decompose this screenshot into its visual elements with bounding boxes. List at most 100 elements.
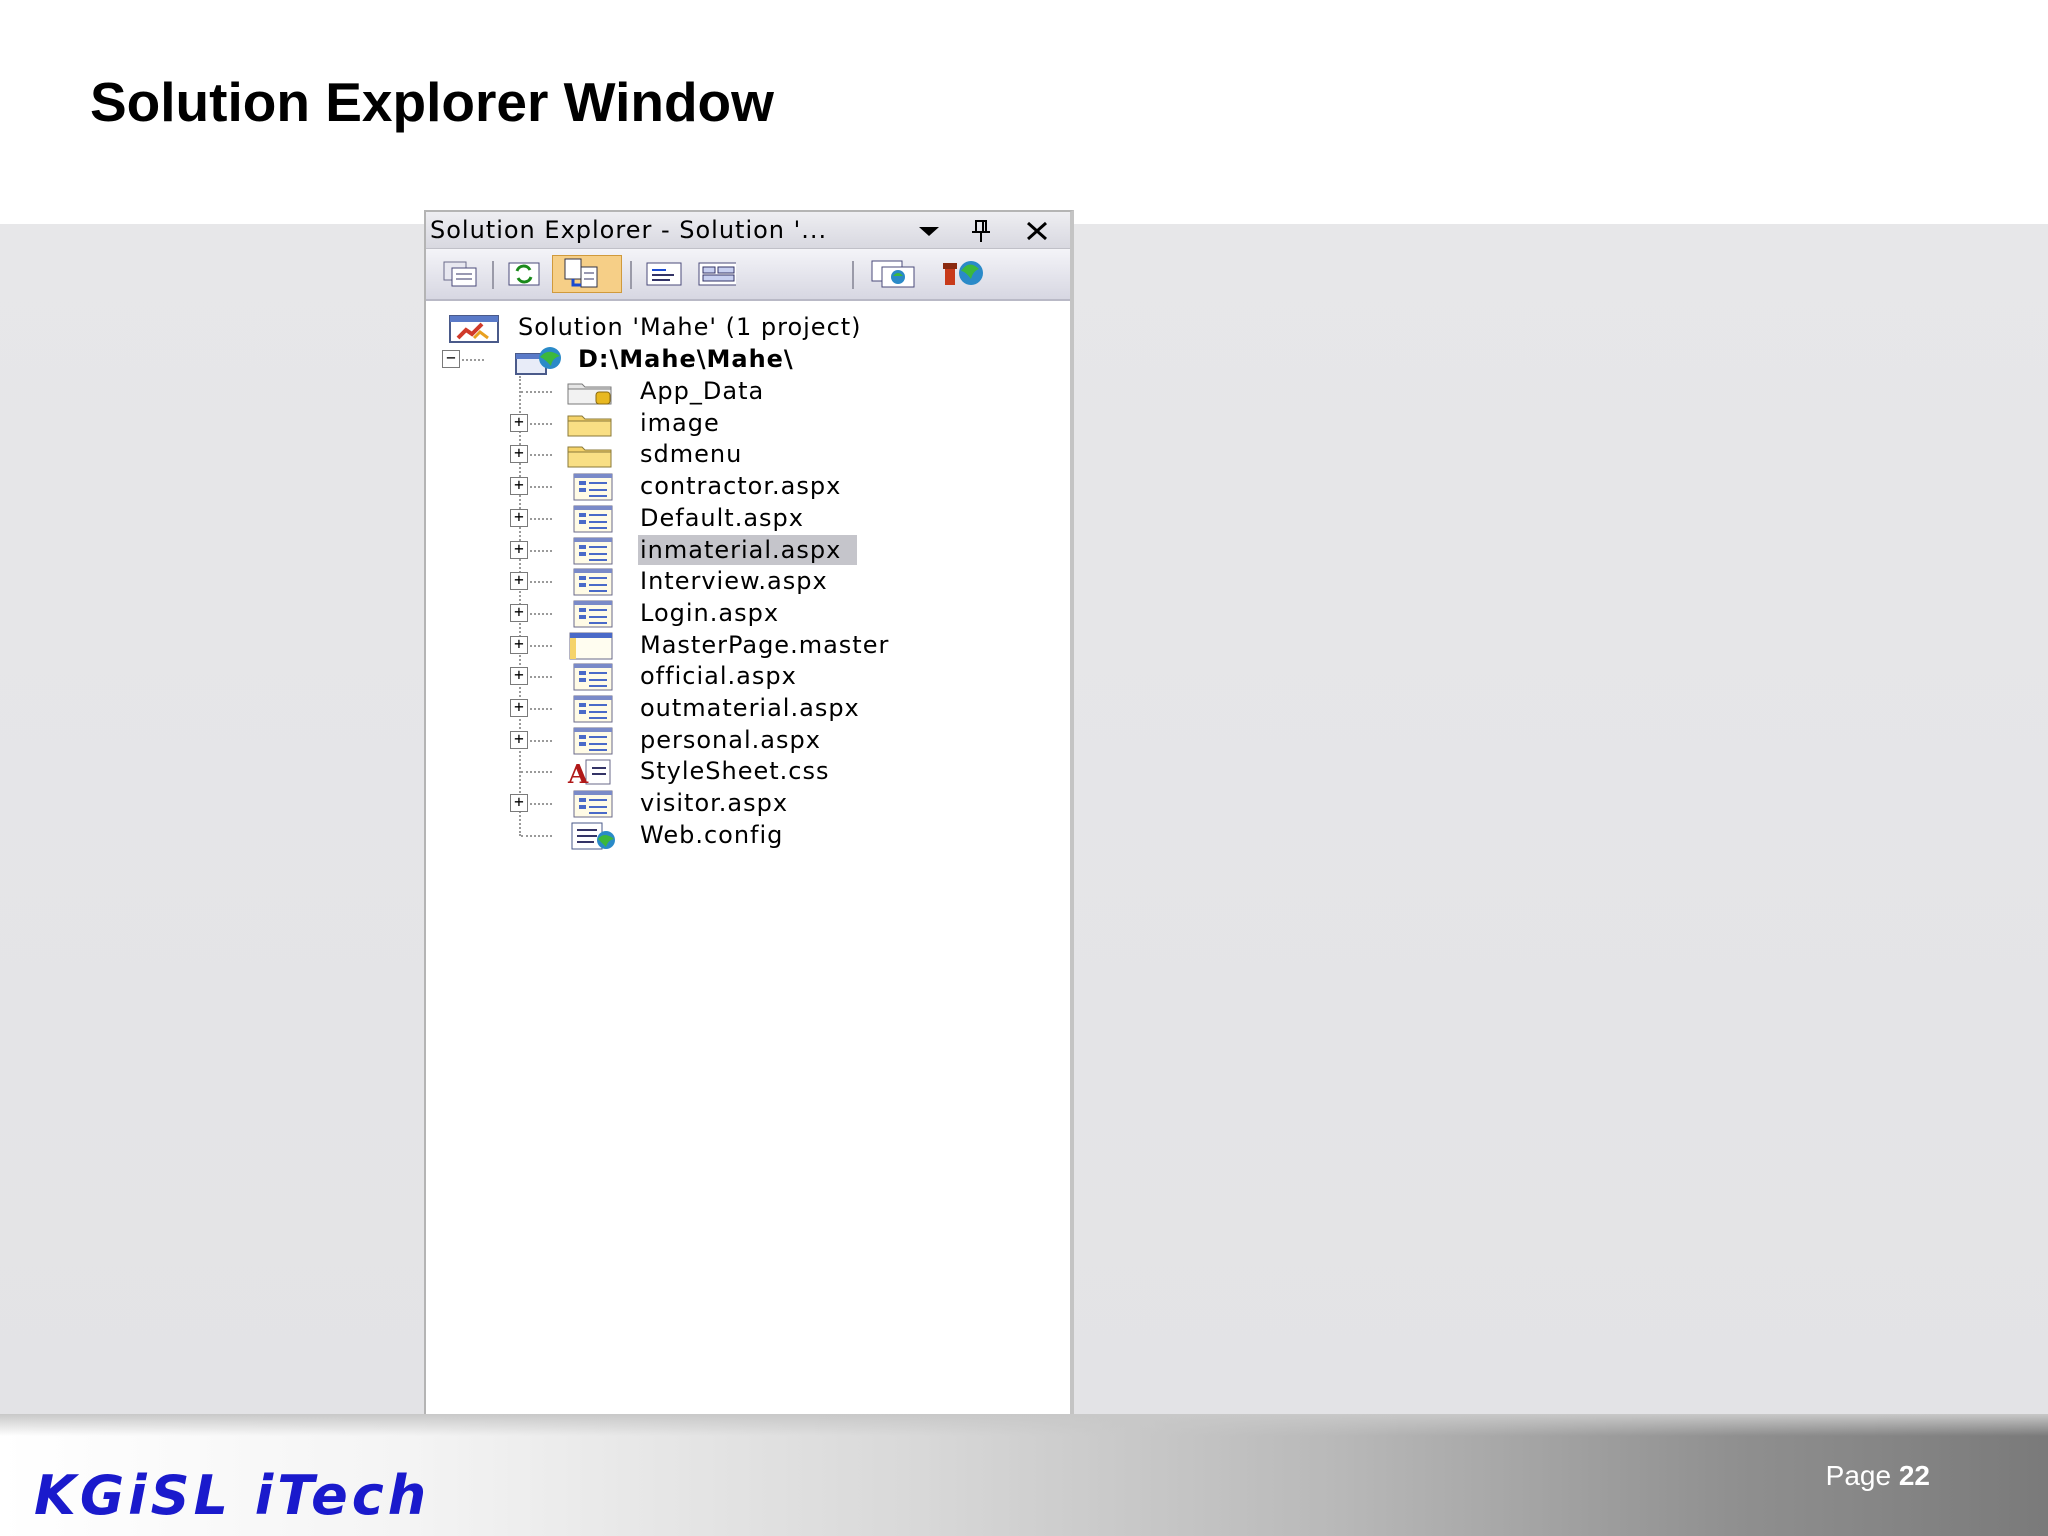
solution-explorer-panel: Solution Explorer - Solution '... Soluti… (424, 210, 1074, 1428)
tree-item-label: Solution 'Mahe' (1 project) (518, 313, 862, 341)
css-file-icon: A (566, 758, 611, 790)
expand-icon[interactable]: + (510, 603, 528, 622)
svg-text:A: A (567, 760, 589, 786)
folder-icon (566, 410, 612, 438)
tree-connector (530, 549, 552, 552)
tree-item-label: sdmenu (640, 440, 743, 469)
tree-connector (530, 803, 552, 806)
collapse-icon[interactable]: − (442, 350, 460, 368)
asp-net-configuration-icon[interactable] (936, 255, 992, 293)
tree-item-outmaterial-aspx[interactable]: + outmaterial.aspx (426, 693, 1070, 723)
tree-item-label: contractor.aspx (640, 472, 842, 501)
tree-item-default-aspx[interactable]: + Default.aspx (426, 503, 1070, 533)
tree-item-label: outmaterial.aspx (640, 694, 860, 722)
tree-connector (521, 771, 552, 774)
web-project-icon (512, 346, 561, 375)
aspx-file-icon (566, 790, 613, 818)
view-designer-icon[interactable] (696, 255, 736, 293)
tree-item-app-data[interactable]: App_Data (426, 376, 1070, 406)
tree-item-web-config[interactable]: Web.config (426, 820, 1070, 850)
master-page-icon (566, 632, 613, 660)
tree-item-personal-aspx[interactable]: + personal.aspx (426, 725, 1070, 755)
tree-item-label: Default.aspx (640, 503, 804, 532)
tree-item-label: inmaterial.aspx (638, 534, 858, 565)
tree-connector (462, 359, 484, 361)
tree-item-label: image (640, 408, 720, 437)
app-data-folder-icon (566, 378, 612, 406)
view-code-icon[interactable] (644, 255, 684, 293)
panel-title: Solution Explorer - Solution '... (430, 216, 828, 244)
panel-toolbar (426, 249, 1070, 301)
tree-connector (530, 739, 552, 742)
tree-project-row[interactable]: − D:\Mahe\Mahe\ (426, 344, 1070, 375)
tree-item-visitor-aspx[interactable]: + visitor.aspx (426, 788, 1070, 818)
tree-solution-row[interactable]: Solution 'Mahe' (1 project) (426, 312, 1070, 343)
expand-icon[interactable]: + (510, 635, 528, 654)
tree-item-label: Web.config (640, 820, 784, 849)
expand-icon[interactable]: + (510, 508, 528, 527)
expand-icon[interactable]: + (510, 540, 528, 559)
expand-icon[interactable]: + (510, 699, 528, 717)
expand-icon[interactable]: + (510, 794, 528, 813)
expand-icon[interactable]: + (510, 572, 528, 591)
tree-item-label: MasterPage.master (640, 630, 890, 659)
aspx-file-icon (566, 473, 613, 501)
pin-icon[interactable] (966, 218, 996, 244)
company-logo: KGiSL iTech (34, 1464, 431, 1527)
tree-connector (530, 612, 552, 615)
expand-icon[interactable]: + (510, 413, 528, 432)
folder-icon (566, 441, 612, 469)
page-number-value: 22 (1898, 1460, 1930, 1491)
close-icon[interactable] (1022, 218, 1052, 244)
tree-item-inmaterial-aspx[interactable]: + inmaterial.aspx (426, 534, 1070, 565)
tree-connector (521, 834, 552, 837)
tree-connector (530, 454, 552, 457)
aspx-file-icon (566, 695, 613, 723)
toolbar-separator (630, 261, 632, 289)
tree-item-official-aspx[interactable]: + official.aspx (426, 661, 1070, 691)
tree-item-label: Login.aspx (640, 598, 780, 627)
aspx-file-icon (566, 600, 613, 628)
properties-icon[interactable] (440, 255, 480, 293)
tree-connector (530, 581, 552, 584)
tree-item-label: official.aspx (640, 662, 797, 691)
toolbar-separator (852, 261, 854, 289)
tree-connector (530, 644, 552, 647)
dropdown-arrow-icon[interactable] (914, 218, 944, 244)
tree-item-label: D:\Mahe\Mahe\ (578, 345, 794, 373)
tree-item-login-aspx[interactable]: + Login.aspx (426, 598, 1070, 628)
tree-item-interview-aspx[interactable]: + Interview.aspx (426, 566, 1070, 596)
tree-connector (521, 391, 552, 393)
refresh-icon[interactable] (504, 255, 544, 293)
tree-item-stylesheet-css[interactable]: A StyleSheet.css (426, 756, 1070, 790)
tree-connector (530, 676, 552, 679)
tree-item-masterpage-master[interactable]: + MasterPage.master (426, 630, 1070, 660)
tree-item-label: visitor.aspx (640, 789, 789, 818)
tree-connector (530, 517, 552, 520)
panel-titlebar: Solution Explorer - Solution '... (426, 212, 1070, 249)
page-label: Page (1825, 1460, 1892, 1491)
tree-item-label: StyleSheet.css (640, 757, 830, 786)
page-number: Page 22 (1826, 1460, 1930, 1492)
expand-icon[interactable]: + (510, 477, 528, 496)
nest-related-files-icon[interactable] (552, 255, 622, 293)
tree-item-label: App_Data (640, 377, 765, 405)
expand-icon[interactable]: + (510, 667, 528, 686)
expand-icon[interactable]: + (510, 730, 528, 749)
aspx-file-icon (566, 568, 613, 596)
expand-icon[interactable]: + (510, 445, 528, 464)
solution-icon (448, 314, 499, 343)
tree-item-sdmenu[interactable]: + sdmenu (426, 439, 1070, 469)
tree-item-label: Interview.aspx (640, 567, 828, 596)
tree-connector (530, 486, 552, 489)
tree-item-image[interactable]: + image (426, 408, 1070, 438)
tree-item-label: personal.aspx (640, 725, 821, 754)
aspx-file-icon (566, 537, 613, 565)
aspx-file-icon (566, 505, 613, 533)
tree-connector (530, 422, 552, 425)
tree-item-contractor-aspx[interactable]: + contractor.aspx (426, 471, 1070, 501)
copy-website-icon[interactable] (866, 255, 922, 293)
tree-connector (530, 708, 552, 710)
aspx-file-icon (566, 663, 613, 691)
config-file-icon (566, 822, 615, 850)
